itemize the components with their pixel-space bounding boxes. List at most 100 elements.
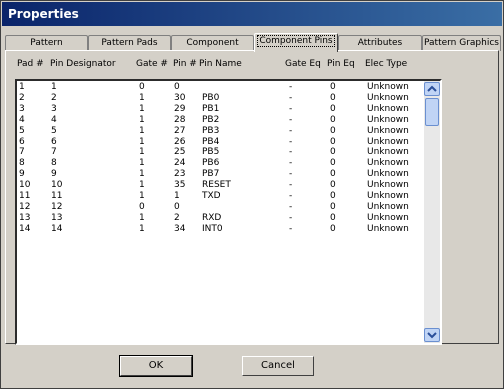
table-cell: Unknown (367, 191, 409, 201)
table-cell: 1 (51, 82, 57, 92)
tab-pattern[interactable]: Pattern (5, 35, 88, 51)
table-cell: 2 (174, 212, 180, 223)
column-header-pin-designator[interactable]: Pin Designator (50, 59, 116, 69)
table-cell: 5 (51, 125, 57, 136)
chevron-down-icon (427, 332, 437, 339)
table-cell: PB3 (202, 125, 220, 136)
table-row[interactable]: 1 1 0 0 - 0 Unknown (17, 82, 422, 92)
vertical-scrollbar[interactable] (424, 81, 440, 343)
table-row[interactable]: 12 12 0 0 - 0 Unknown (17, 202, 422, 212)
scroll-thumb[interactable] (425, 98, 439, 126)
table-row[interactable]: 9 9 1 23 PB7 - 0 Unknown (17, 169, 422, 179)
table-cell: 0 (330, 82, 336, 92)
table-cell: 4 (19, 114, 25, 125)
table-cell: 0 (330, 114, 336, 125)
column-header-gate[interactable]: Gate # (136, 59, 168, 69)
table-cell: 1 (174, 191, 180, 201)
table-cell: 0 (139, 82, 145, 92)
table-cell: 0 (330, 92, 336, 103)
tab-pattern-pads[interactable]: Pattern Pads (88, 35, 171, 51)
table-cell: - (289, 147, 293, 158)
table-cell: 1 (139, 125, 145, 136)
column-header-gate-eq[interactable]: Gate Eq (285, 59, 321, 69)
table-cell: RXD (202, 212, 222, 223)
column-header-pin-name[interactable]: Pin Name (199, 59, 242, 69)
column-header-pin-number[interactable]: Pin # (173, 59, 197, 69)
table-cell: PB0 (202, 92, 220, 103)
table-cell: PB4 (202, 136, 220, 147)
table-cell: - (289, 169, 293, 180)
tab-component-pins[interactable]: Component Pins (254, 33, 338, 52)
table-cell: 0 (330, 223, 336, 234)
table-cell: Unknown (367, 212, 409, 223)
table-cell: Unknown (367, 147, 409, 158)
table-cell: 0 (174, 201, 180, 212)
table-row[interactable]: 8 8 1 24 PB6 - 0 Unknown (17, 158, 422, 168)
table-cell: 1 (139, 169, 145, 180)
table-row[interactable]: 6 6 1 26 PB4 - 0 Unknown (17, 137, 422, 147)
table-cell: 0 (139, 201, 145, 212)
column-header-pad[interactable]: Pad # (17, 59, 44, 69)
table-cell: - (289, 223, 293, 234)
table-cell: 35 (174, 180, 186, 191)
tab-attributes[interactable]: Attributes (338, 35, 422, 51)
table-cell: 9 (51, 169, 57, 180)
table-row[interactable]: 13 13 1 2 RXD - 0 Unknown (17, 213, 422, 223)
table-cell: 1 (139, 212, 145, 223)
table-cell: 0 (330, 201, 336, 212)
pins-list[interactable]: 1 1 0 0-0 Unknown 2 2 1 30 PB0-0 Unknown 3 3 1 29 PB1-0… (15, 79, 442, 345)
table-cell: INT0 (202, 223, 223, 234)
table-cell: 1 (139, 191, 145, 201)
table-cell: - (289, 158, 293, 169)
table-cell: Unknown (367, 114, 409, 125)
table-cell: 0 (174, 82, 180, 92)
table-cell: Unknown (367, 223, 409, 234)
table-cell: 11 (51, 191, 63, 201)
table-cell: 9 (19, 169, 25, 180)
table-cell: 26 (174, 136, 186, 147)
column-header-pin-eq[interactable]: Pin Eq (327, 59, 355, 69)
table-cell: 1 (139, 223, 145, 234)
table-row[interactable]: 3 3 1 29 PB1 - 0 Unknown (17, 104, 422, 114)
table-cell: PB1 (202, 103, 220, 114)
table-cell: 11 (19, 191, 31, 201)
table-cell: 0 (330, 212, 336, 223)
table-cell: - (289, 136, 293, 147)
table-cell: 8 (51, 158, 57, 169)
cancel-button[interactable]: Cancel (242, 356, 314, 376)
table-cell: - (289, 201, 293, 212)
table-cell: 12 (19, 201, 31, 212)
table-cell: Unknown (367, 180, 409, 191)
table-row[interactable]: 11 11 1 1 TXD -0 Unknown (17, 191, 422, 201)
table-cell: 6 (19, 136, 25, 147)
table-cell: - (289, 212, 293, 223)
table-cell: 29 (174, 103, 186, 114)
table-row[interactable]: 5 5 1 27 PB3 - 0 Unknown (17, 126, 422, 136)
table-row[interactable]: 4 4 1 28 PB2 - 0 Unknown (17, 115, 422, 125)
ok-button[interactable]: OK (119, 355, 193, 377)
table-cell: 13 (51, 212, 63, 223)
scroll-up-button[interactable] (424, 82, 440, 96)
table-cell: Unknown (367, 169, 409, 180)
tab-component[interactable]: Component (171, 35, 254, 51)
table-cell: 2 (19, 92, 25, 103)
table-cell: 4 (51, 114, 57, 125)
table-cell: 1 (139, 114, 145, 125)
table-row[interactable]: 7 7 1 25 PB5 - 0 Unknown (17, 147, 422, 157)
table-cell: 23 (174, 169, 186, 180)
table-cell: Unknown (367, 82, 409, 92)
table-row[interactable]: 10 10 1 35 RESET - 0 Unknown (17, 180, 422, 190)
table-cell: 1 (139, 92, 145, 103)
table-cell: - (289, 82, 293, 92)
table-cell: 0 (330, 125, 336, 136)
table-cell: 30 (174, 92, 186, 103)
scroll-down-button[interactable] (424, 328, 440, 342)
table-cell: 3 (19, 103, 25, 114)
table-cell: 14 (19, 223, 31, 234)
tab-pattern-graphics[interactable]: Pattern Graphics (422, 35, 501, 51)
column-header-elec-type[interactable]: Elec Type (365, 59, 407, 69)
table-row[interactable]: 2 2 1 30 PB0 - 0 Unknown (17, 93, 422, 103)
table-cell: Unknown (367, 103, 409, 114)
table-row[interactable]: 14 14 1 34 INT0 - 0 Unknown (17, 224, 422, 234)
chevron-up-icon (427, 85, 437, 92)
